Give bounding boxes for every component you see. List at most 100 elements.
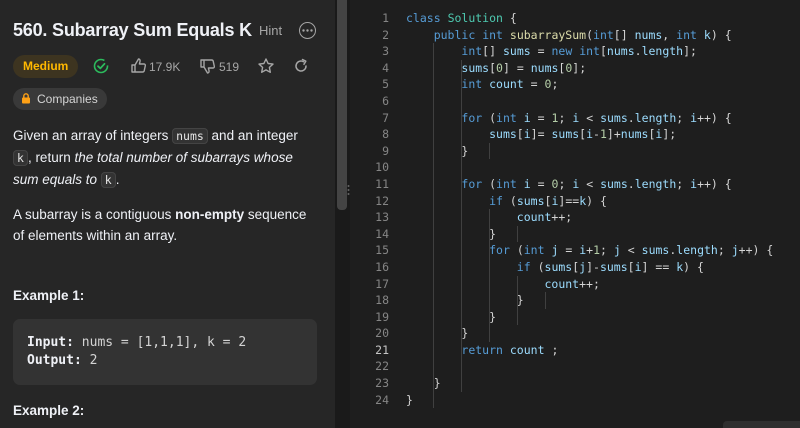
code-line[interactable]: 23 }	[350, 375, 800, 392]
line-number: 14	[375, 226, 389, 241]
code-text[interactable]: sums[i]= sums[i-1]+nums[i];	[406, 126, 676, 143]
code-line[interactable]: 16 if (sums[j]-sums[i] == k) {	[350, 259, 800, 276]
companies-tag[interactable]: Companies	[13, 88, 107, 110]
code-text[interactable]: if (sums[j]-sums[i] == k) {	[406, 259, 704, 276]
line-number: 11	[375, 176, 389, 191]
inline-code-k: k	[13, 150, 28, 166]
line-number: 16	[375, 259, 389, 274]
code-editor[interactable]: 1 class Solution {2 public int subarraySu…	[350, 0, 800, 428]
code-line[interactable]: 6	[350, 93, 800, 110]
example-2-title: Example 2:	[13, 403, 85, 418]
code-text[interactable]: int count = 0;	[406, 76, 558, 93]
code-line[interactable]: 22	[350, 358, 800, 375]
code-line[interactable]: 10	[350, 159, 800, 176]
code-text[interactable]: if (sums[i]==k) {	[406, 193, 607, 210]
line-number: 2	[382, 27, 389, 42]
example-1-title: Example 1:	[13, 288, 85, 303]
more-options-icon[interactable]	[299, 22, 316, 39]
code-text[interactable]: }	[406, 325, 468, 342]
line-number: 8	[382, 127, 389, 142]
editor-bottom-tab[interactable]	[723, 421, 800, 428]
code-text[interactable]: int[] sums = new int[nums.length];	[406, 43, 697, 60]
code-text[interactable]: }	[406, 392, 413, 409]
code-line[interactable]: 7 for (int i = 1; i < sums.length; i++) …	[350, 110, 800, 127]
thumbs-down-icon[interactable]	[199, 58, 216, 80]
code-line[interactable]: 24}	[350, 392, 800, 409]
code-text[interactable]: }	[406, 292, 524, 309]
code-line[interactable]: 11 for (int i = 0; i < sums.length; i++)…	[350, 176, 800, 193]
code-text[interactable]: }	[406, 143, 468, 160]
inline-code-k: k	[100, 172, 116, 188]
code-text[interactable]: return count ;	[406, 342, 558, 359]
line-number: 18	[375, 293, 389, 308]
title-row: 560. Subarray Sum Equals K Hint	[13, 20, 323, 44]
line-number: 24	[375, 392, 389, 407]
indent-guide	[461, 59, 463, 392]
code-line[interactable]: 3 int[] sums = new int[nums.length];	[350, 43, 800, 60]
code-text[interactable]: }	[406, 309, 496, 326]
indent-guide	[516, 225, 518, 243]
thumbs-up-icon[interactable]	[130, 57, 147, 79]
code-line[interactable]: 9 }	[350, 143, 800, 160]
line-number: 23	[375, 376, 389, 391]
code-line[interactable]: 15 for (int j = i+1; j < sums.length; j+…	[350, 242, 800, 259]
code-text[interactable]: class Solution {	[406, 10, 517, 27]
description-scrollbar[interactable]	[337, 0, 347, 210]
code-line[interactable]: 17 count++;	[350, 276, 800, 293]
line-number: 6	[382, 93, 389, 108]
code-line[interactable]: 12 if (sums[i]==k) {	[350, 193, 800, 210]
solved-check-icon	[93, 58, 109, 79]
description-paragraph-1: Given an array of integers nums and an i…	[13, 128, 298, 188]
code-text[interactable]: public int subarraySum(int[] nums, int k…	[406, 27, 732, 44]
like-count: 17.9K	[149, 60, 181, 74]
line-number: 17	[375, 276, 389, 291]
code-line[interactable]: 4 sums[0] = nums[0];	[350, 60, 800, 77]
line-number: 13	[375, 210, 389, 225]
indent-guide	[488, 142, 490, 160]
code-line[interactable]: 1 class Solution {	[350, 10, 800, 27]
line-number: 7	[382, 110, 389, 125]
example-1-box: Input: nums = [1,1,1], k = 2 Output: 2	[13, 319, 317, 385]
code-text[interactable]: }	[406, 375, 441, 392]
indent-guide	[544, 292, 546, 309]
meta-row: Medium 17.9K 519	[13, 55, 323, 79]
line-number: 21	[375, 342, 389, 357]
code-line[interactable]: 2 public int subarraySum(int[] nums, int…	[350, 27, 800, 44]
code-text[interactable]: for (int i = 0; i < sums.length; i++) {	[406, 176, 731, 193]
code-line[interactable]: 21 return count ;	[350, 342, 800, 359]
code-line[interactable]: 14 }	[350, 226, 800, 243]
line-number: 20	[375, 326, 389, 341]
difficulty-badge: Medium	[13, 55, 79, 78]
code-lines[interactable]: 1 class Solution {2 public int subarraySu…	[350, 10, 800, 409]
problem-description: Given an array of integers nums and an i…	[13, 125, 319, 259]
code-text[interactable]: }	[406, 226, 496, 243]
line-number: 9	[382, 143, 389, 158]
line-number: 12	[375, 193, 389, 208]
example-1-output: Output: 2	[27, 353, 98, 368]
line-number: 22	[375, 359, 389, 374]
companies-label: Companies	[37, 92, 98, 106]
description-paragraph-2: A subarray is a contiguous non-empty seq…	[13, 207, 307, 243]
code-text[interactable]: count++;	[406, 276, 599, 293]
code-text[interactable]: for (int i = 1; i < sums.length; i++) {	[406, 110, 731, 127]
problem-title[interactable]: 560. Subarray Sum Equals K	[13, 20, 252, 41]
line-number: 19	[375, 309, 389, 324]
code-line[interactable]: 18 }	[350, 292, 800, 309]
star-icon[interactable]	[257, 57, 275, 80]
code-line[interactable]: 19 }	[350, 309, 800, 326]
line-number: 1	[382, 11, 389, 25]
line-number: 5	[382, 77, 389, 92]
inline-code-nums: nums	[172, 128, 208, 144]
example-1-input: Input: nums = [1,1,1], k = 2	[27, 335, 247, 350]
code-line[interactable]: 5 int count = 0;	[350, 76, 800, 93]
dislike-count: 519	[219, 60, 240, 74]
line-number: 4	[382, 60, 389, 75]
lock-icon	[21, 89, 31, 111]
code-line[interactable]: 20 }	[350, 325, 800, 342]
share-icon[interactable]	[293, 58, 309, 79]
line-number: 3	[382, 44, 389, 59]
code-line[interactable]: 13 count++;	[350, 209, 800, 226]
hint-button[interactable]: Hint	[259, 23, 282, 38]
line-number: 15	[375, 243, 389, 258]
code-line[interactable]: 8 sums[i]= sums[i-1]+nums[i];	[350, 126, 800, 143]
